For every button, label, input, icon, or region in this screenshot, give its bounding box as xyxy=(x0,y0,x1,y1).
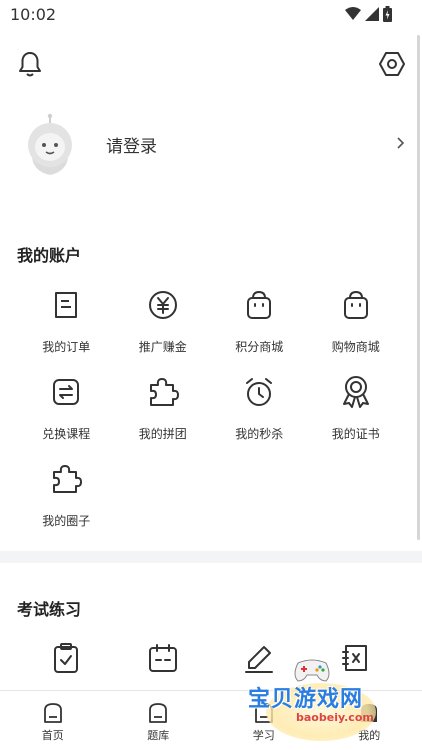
home-icon xyxy=(43,703,62,723)
account-grid: 我的订单 推广赚金 积分商城 购物商城 兑换课程 我的拼团 我的秒杀 我的证书 … xyxy=(0,288,422,549)
tab-question-bank[interactable]: 题库 xyxy=(106,691,212,750)
account-item-label: 积分商城 xyxy=(235,340,284,354)
wifi-icon xyxy=(345,7,361,20)
gamepad-icon xyxy=(294,659,330,682)
exam-section-title: 考试练习 xyxy=(17,600,82,619)
watermark-text: 宝贝游戏网 xyxy=(248,687,364,712)
account-item-orders[interactable]: 我的订单 xyxy=(18,288,115,375)
account-item-group-buy[interactable]: 我的拼团 xyxy=(115,375,212,462)
alarm-clock-icon xyxy=(242,375,276,409)
question-bank-icon xyxy=(149,703,168,723)
award-icon xyxy=(339,375,373,409)
scrollbar[interactable] xyxy=(417,35,420,540)
shopping-bag-icon xyxy=(339,288,373,322)
account-item-label: 购物商城 xyxy=(331,340,380,354)
tab-label: 题库 xyxy=(147,729,170,742)
account-item-certificate[interactable]: 我的证书 xyxy=(308,375,405,462)
profile-row[interactable]: 请登录 xyxy=(0,105,422,185)
order-icon xyxy=(49,288,83,322)
account-item-flash-sale[interactable]: 我的秒杀 xyxy=(211,375,308,462)
signal-icon xyxy=(365,7,379,21)
account-item-redeem-course[interactable]: 兑换课程 xyxy=(18,375,115,462)
settings-icon[interactable] xyxy=(378,50,406,78)
yuan-coin-icon xyxy=(146,288,180,322)
account-item-label: 兑换课程 xyxy=(42,427,91,441)
puzzle-icon xyxy=(146,375,180,409)
clipboard-check-icon xyxy=(49,641,83,675)
account-item-promotion[interactable]: 推广赚金 xyxy=(115,288,212,375)
account-item-label: 我的订单 xyxy=(42,340,91,354)
account-item-label: 我的拼团 xyxy=(138,427,187,441)
watermark: 宝贝游戏网 baobeiy.com xyxy=(248,655,398,741)
status-time: 10:02 xyxy=(10,5,57,24)
account-item-shopping-mall[interactable]: 购物商城 xyxy=(308,288,405,375)
account-item-circle[interactable]: 我的圈子 xyxy=(18,462,115,549)
exchange-icon xyxy=(49,375,83,409)
shopping-bag-icon xyxy=(242,288,276,322)
chevron-right-icon xyxy=(397,137,405,149)
status-bar: 10:02 xyxy=(0,0,422,30)
account-item-label: 推广赚金 xyxy=(138,340,187,354)
watermark-url: baobeiy.com xyxy=(296,711,374,724)
calendar-icon xyxy=(146,641,180,675)
account-item-label: 我的证书 xyxy=(331,427,380,441)
puzzle-icon xyxy=(49,462,83,496)
tab-label: 首页 xyxy=(41,729,64,742)
section-divider xyxy=(0,551,422,563)
account-item-label: 我的秒杀 xyxy=(235,427,284,441)
battery-icon xyxy=(383,6,392,22)
account-item-label: 我的圈子 xyxy=(42,514,91,528)
account-item-points-mall[interactable]: 积分商城 xyxy=(211,288,308,375)
tab-home[interactable]: 首页 xyxy=(0,691,106,750)
status-icons xyxy=(345,6,392,22)
avatar xyxy=(28,113,72,175)
account-section-title: 我的账户 xyxy=(17,246,82,265)
bell-icon[interactable] xyxy=(16,50,44,78)
login-label[interactable]: 请登录 xyxy=(106,132,157,157)
